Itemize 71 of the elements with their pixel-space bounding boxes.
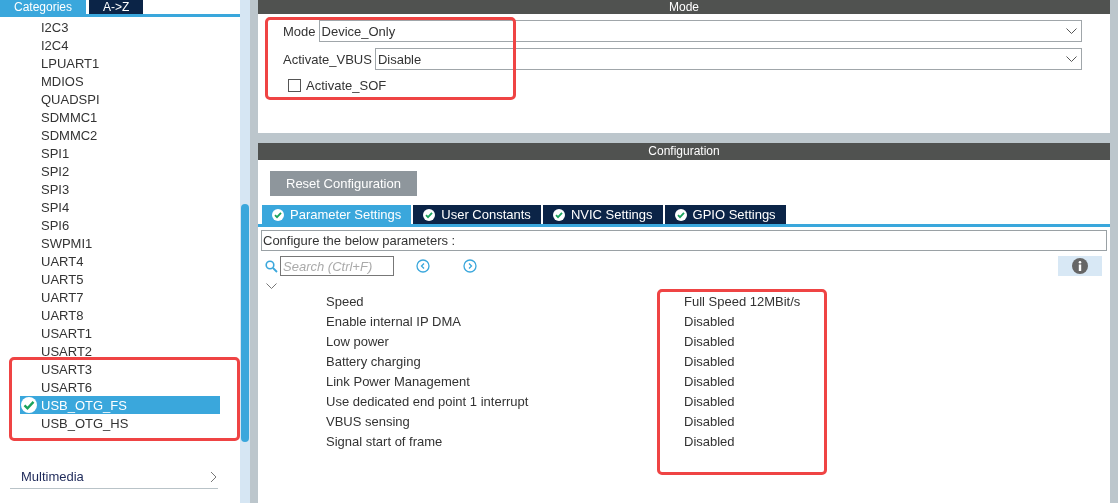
settings-tab[interactable]: User Constants — [413, 205, 541, 224]
parameter-value[interactable]: Disabled — [684, 372, 1110, 392]
sidebar-item[interactable]: MDIOS — [20, 72, 220, 90]
parameter-name: Enable internal IP DMA — [326, 313, 462, 331]
parameter-value[interactable]: Disabled — [684, 352, 1110, 372]
parameter-value[interactable]: Full Speed 12MBit/s — [684, 292, 1110, 312]
parameter-value[interactable]: Disabled — [684, 412, 1110, 432]
check-circle-icon — [20, 396, 38, 414]
sidebar-item[interactable]: I2C4 — [20, 36, 220, 54]
sidebar-item[interactable]: UART8 — [20, 306, 220, 324]
sidebar-item[interactable]: SPI6 — [20, 216, 220, 234]
parameter-name: Signal start of frame — [326, 433, 444, 451]
parameter-name: Low power — [326, 333, 390, 351]
info-button[interactable] — [1058, 256, 1102, 276]
settings-tab[interactable]: NVIC Settings — [542, 205, 663, 224]
field-label: Mode — [283, 23, 316, 39]
parameter-value[interactable]: Disabled — [684, 312, 1110, 332]
caret-icon — [1066, 55, 1077, 63]
settings-tab[interactable]: GPIO Settings — [664, 205, 786, 224]
sidebar-item[interactable]: SWPMI1 — [20, 234, 220, 252]
sidebar-item[interactable]: USART6 — [20, 378, 220, 396]
sidebar-item[interactable]: USB_OTG_HS — [20, 414, 220, 432]
next-button[interactable] — [463, 259, 477, 273]
chevron-right-icon — [463, 259, 477, 273]
sidebar-tab[interactable]: A->Z — [89, 0, 144, 14]
check-icon — [552, 208, 565, 221]
search-icon — [265, 259, 278, 273]
chevron-icon — [266, 283, 277, 290]
parameter-name: Battery charging — [326, 353, 422, 371]
sidebar-item[interactable]: SPI2 — [20, 162, 220, 180]
caret-icon — [1066, 27, 1077, 35]
sidebar-item[interactable]: LPUART1 — [20, 54, 220, 72]
vbus-select[interactable]: Disable — [374, 48, 1082, 70]
parameter-value[interactable]: Disabled — [684, 332, 1110, 352]
scrollbar[interactable] — [240, 0, 250, 503]
sidebar-item[interactable]: QUADSPI — [20, 90, 220, 108]
collapse-toggle[interactable] — [266, 283, 277, 290]
sidebar-item[interactable]: SDMMC2 — [20, 126, 220, 144]
check-icon — [674, 208, 687, 221]
sidebar-item[interactable]: UART4 — [20, 252, 220, 270]
parameter-name: Use dedicated end point 1 interrupt — [326, 393, 530, 411]
search-field[interactable]: Search (Ctrl+F) — [280, 256, 394, 276]
check-icon — [423, 208, 436, 221]
sidebar-item[interactable]: UART5 — [20, 270, 220, 288]
mode-select[interactable]: Device_Only — [318, 20, 1082, 42]
sidebar-item[interactable]: SPI3 — [20, 180, 220, 198]
parameter-name: VBUS sensing — [326, 413, 411, 431]
sof-checkbox[interactable]: Activate_SOF — [288, 78, 1110, 93]
sidebar-item[interactable]: SPI1 — [20, 144, 220, 162]
parameter-name: Speed — [326, 293, 365, 311]
sidebar-item[interactable]: USART1 — [20, 324, 220, 342]
previous-button[interactable] — [416, 259, 430, 273]
section-header: Configuration — [258, 143, 1110, 160]
parameter-name: Link Power Management — [326, 373, 471, 391]
sidebar-item[interactable]: I2C3 — [20, 18, 220, 36]
sidebar-item[interactable]: SPI4 — [20, 198, 220, 216]
parameter-value[interactable]: Disabled — [684, 392, 1110, 412]
field-label: Activate_VBUS — [283, 51, 372, 67]
parameter-value[interactable]: Disabled — [684, 432, 1110, 452]
description-text: Configure the below parameters : — [261, 230, 1107, 251]
checkbox[interactable] — [288, 79, 301, 92]
sidebar-item[interactable]: UART7 — [20, 288, 220, 306]
sidebar-item[interactable]: USART2 — [20, 342, 220, 360]
check-icon — [272, 208, 284, 221]
section-header: Mode — [258, 0, 1110, 14]
sidebar-item[interactable]: USART3 — [20, 360, 220, 378]
chevron-icon — [210, 470, 218, 483]
info-icon — [1072, 258, 1088, 274]
sidebar-item[interactable]: SDMMC1 — [20, 108, 220, 126]
chevron-left-icon — [416, 259, 430, 273]
category-item[interactable]: Multimedia — [10, 469, 218, 489]
